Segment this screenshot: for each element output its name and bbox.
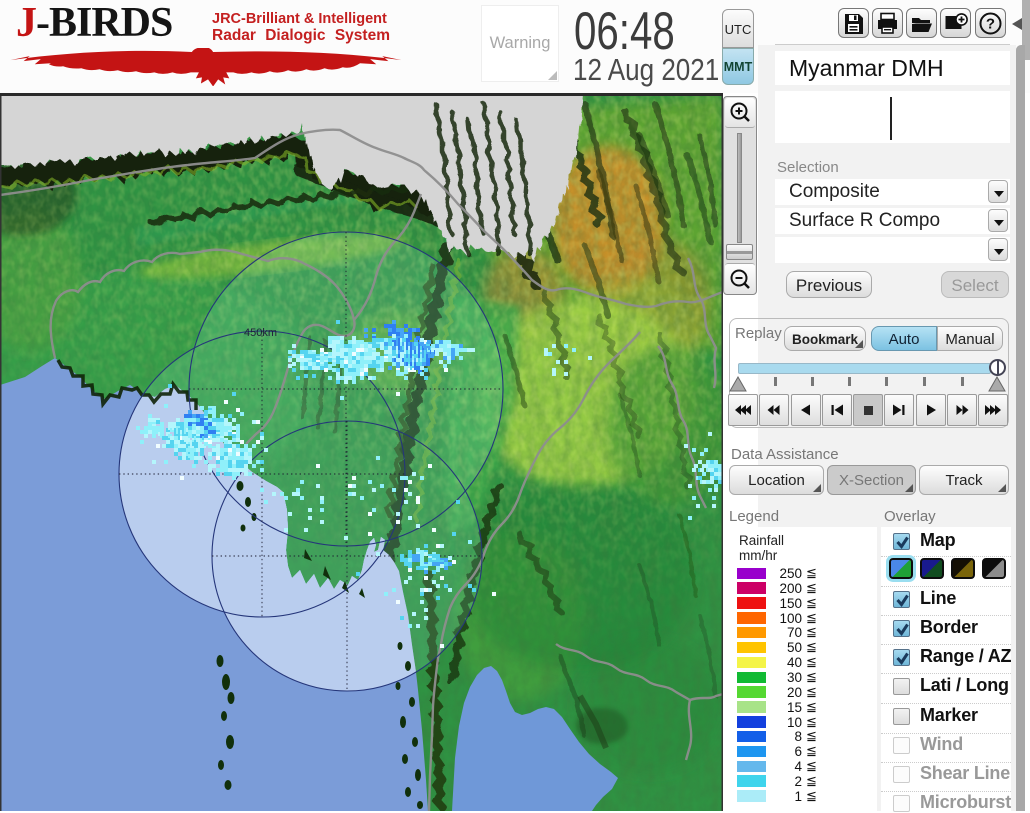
- svg-text:?: ?: [986, 15, 995, 32]
- svg-text:450km: 450km: [244, 327, 277, 339]
